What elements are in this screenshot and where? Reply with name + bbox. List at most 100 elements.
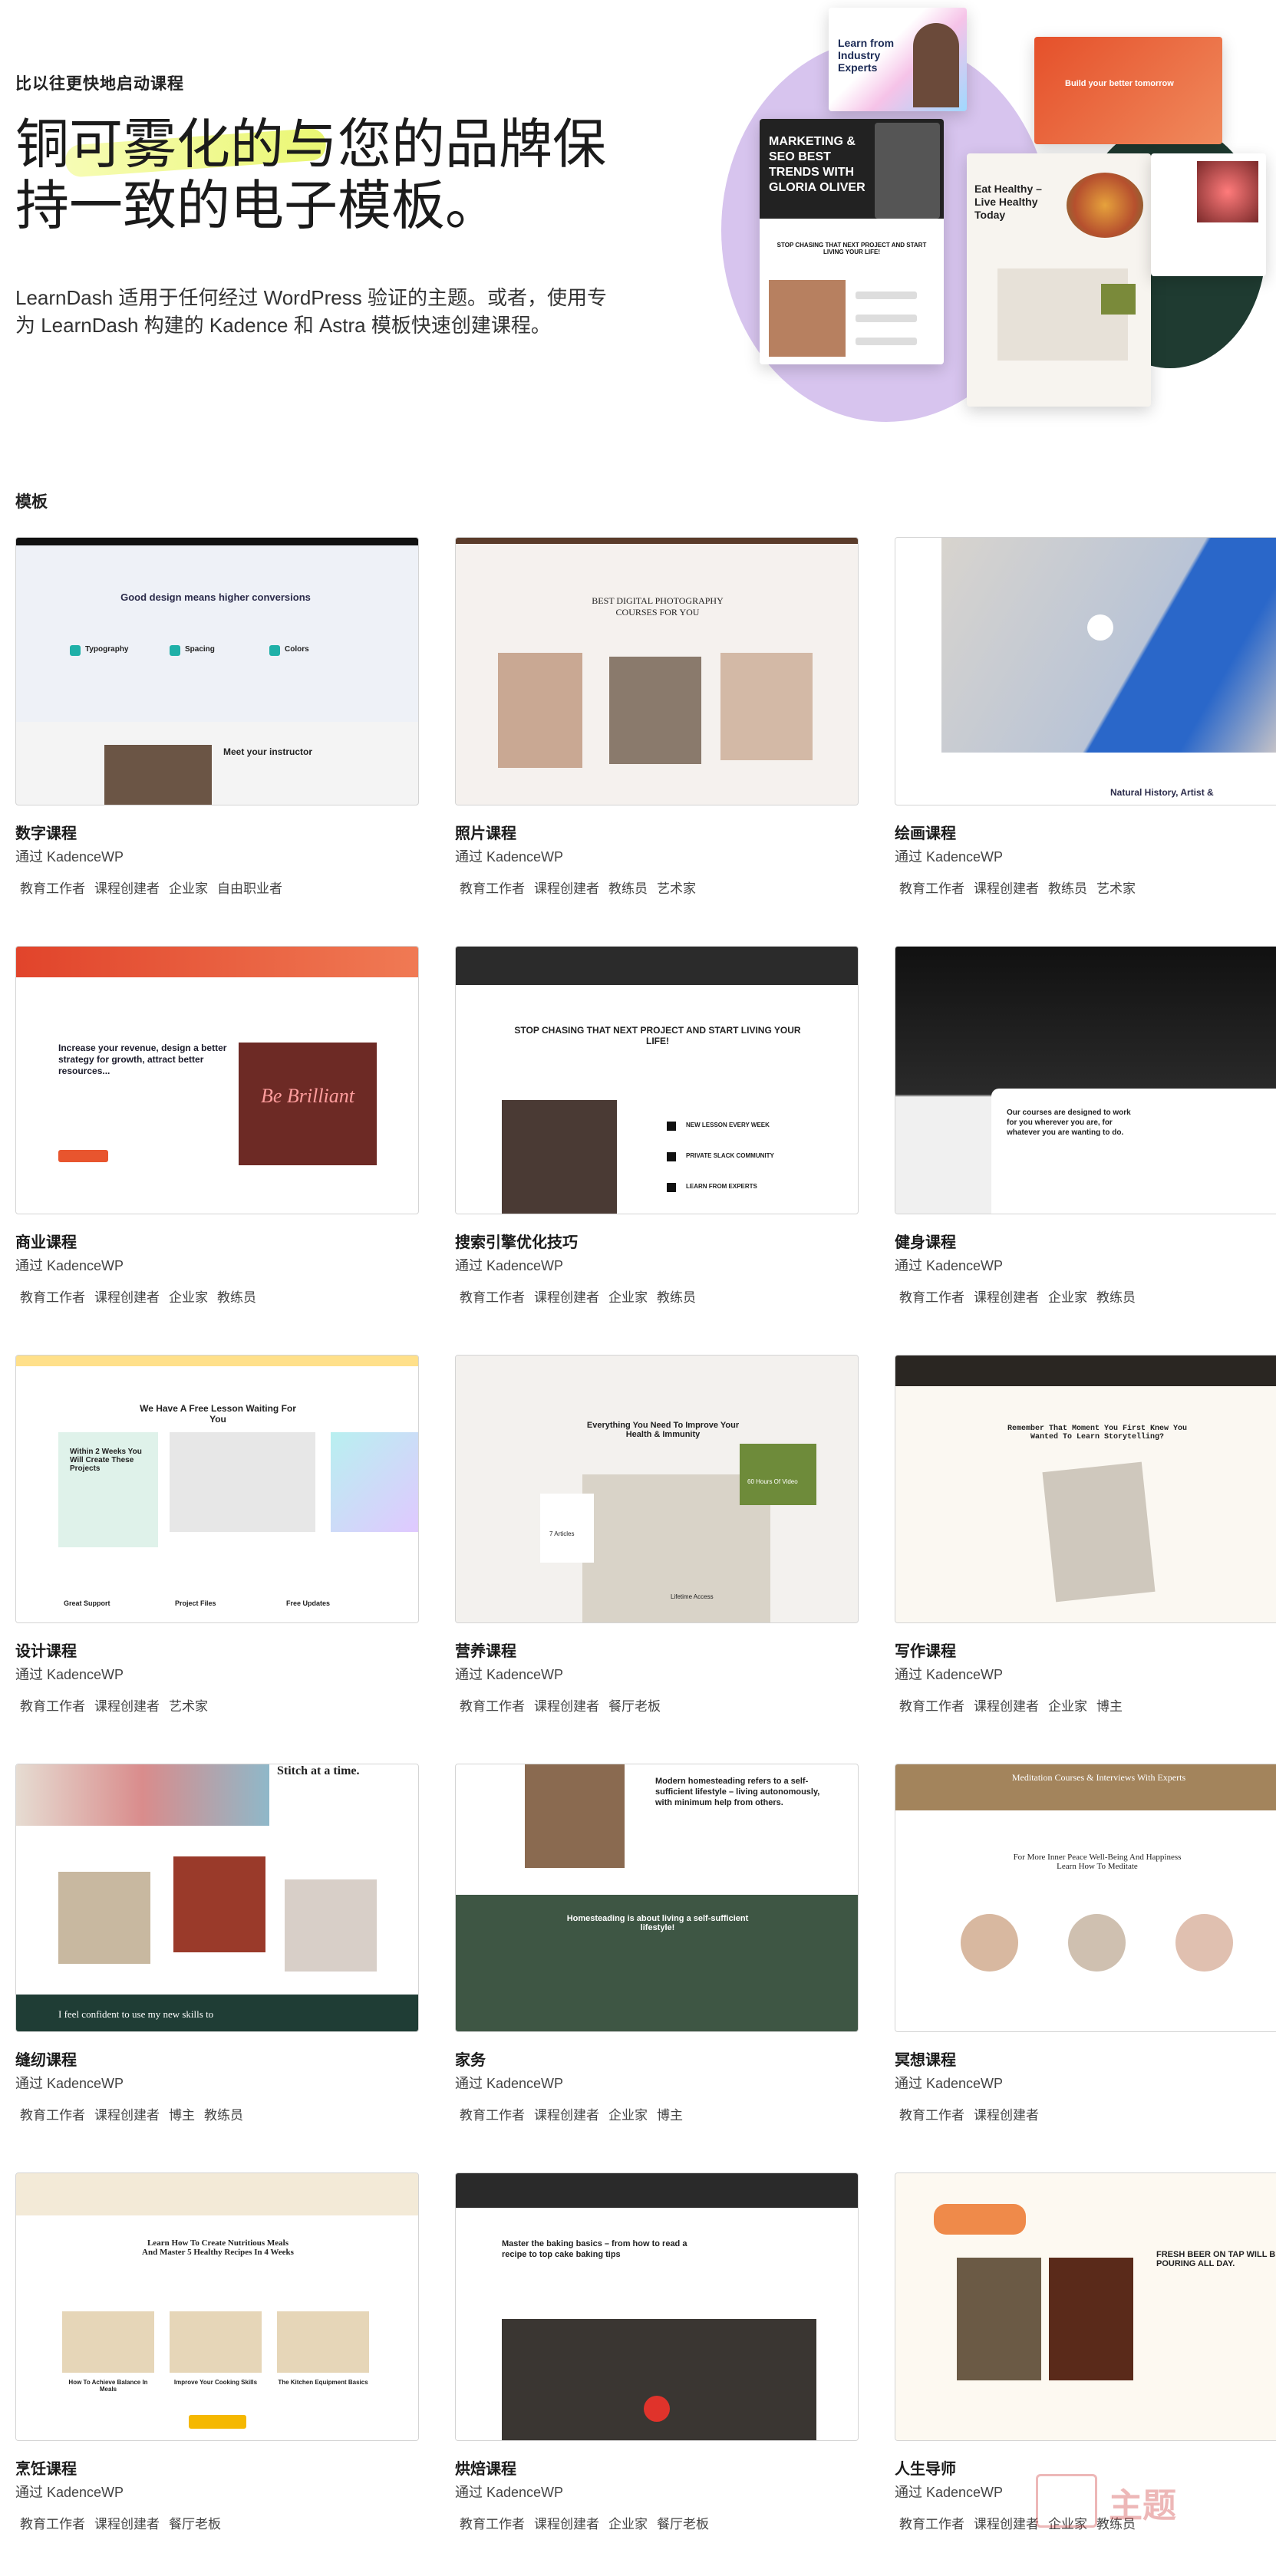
tag-chip[interactable]: 教育工作者 <box>455 1283 529 1309</box>
template-thumbnail[interactable]: Stitch at a time. I feel confident to us… <box>15 1764 419 2032</box>
tag-chip[interactable]: 教育工作者 <box>895 1692 969 1718</box>
tag-chip[interactable]: 企业家 <box>164 875 213 900</box>
tag-chip[interactable]: 教育工作者 <box>15 2510 90 2535</box>
template-card[interactable]: Our courses are designed to work for you… <box>895 946 1276 1314</box>
template-title[interactable]: 烘焙课程 <box>455 2456 516 2479</box>
template-title[interactable]: 搜索引擎优化技巧 <box>455 1230 578 1252</box>
template-title[interactable]: 烹饪课程 <box>15 2456 77 2479</box>
tag-chip[interactable]: 教练员 <box>199 2101 248 2126</box>
tag-chip[interactable]: 教育工作者 <box>895 1283 969 1309</box>
tag-chip[interactable]: 课程创建者 <box>969 875 1044 900</box>
tag-chip[interactable]: 教育工作者 <box>455 875 529 900</box>
tag-chip[interactable]: 课程创建者 <box>969 2101 1044 2126</box>
template-card[interactable]: Everything You Need To Improve Your Heal… <box>455 1355 859 1723</box>
template-card[interactable]: Learn How To Create Nutritious Meals And… <box>15 2172 419 2541</box>
template-thumbnail[interactable]: Remember That Moment You First Knew You … <box>895 1355 1276 1623</box>
template-title[interactable]: 数字课程 <box>15 821 77 843</box>
tag-chip[interactable]: 教育工作者 <box>895 2510 969 2535</box>
tag-chip[interactable]: 教育工作者 <box>15 2101 90 2126</box>
tag-chip[interactable]: 课程创建者 <box>529 1283 604 1309</box>
template-thumbnail[interactable]: FRESH BEER ON TAP WILL BE POURING ALL DA… <box>895 2172 1276 2441</box>
tag-chip[interactable]: 艺术家 <box>1092 875 1140 900</box>
template-card[interactable]: We Have A Free Lesson Waiting For You Wi… <box>15 1355 419 1723</box>
template-title[interactable]: 健身课程 <box>895 1230 956 1252</box>
tag-chip[interactable]: 企业家 <box>164 1283 213 1309</box>
tag-chip[interactable]: 教育工作者 <box>455 2101 529 2126</box>
template-thumbnail[interactable]: We Have A Free Lesson Waiting For You Wi… <box>15 1355 419 1623</box>
cta-button[interactable] <box>934 2204 1026 2235</box>
tag-chip[interactable]: 课程创建者 <box>529 2101 604 2126</box>
template-title[interactable]: 人生导师 <box>895 2456 956 2479</box>
template-card[interactable]: BEST DIGITAL PHOTOGRAPHY COURSES FOR YOU… <box>455 537 859 905</box>
template-card[interactable]: Good design means higher conversions Typ… <box>15 537 419 905</box>
tag-chip[interactable]: 教育工作者 <box>455 2510 529 2535</box>
template-thumbnail[interactable]: Natural History, Artist & <box>895 537 1276 805</box>
tag-chip[interactable]: 课程创建者 <box>90 1692 164 1718</box>
tag-chip[interactable]: 课程创建者 <box>969 1283 1044 1309</box>
template-thumbnail[interactable]: Modern homesteading refers to a self-suf… <box>455 1764 859 2032</box>
tag-chip[interactable]: 博主 <box>164 2101 199 2126</box>
template-title[interactable]: 设计课程 <box>15 1639 77 1661</box>
tag-chip[interactable]: 课程创建者 <box>90 1283 164 1309</box>
template-title[interactable]: 冥想课程 <box>895 2047 956 2070</box>
template-thumbnail[interactable]: Our courses are designed to work for you… <box>895 946 1276 1214</box>
tag-chip[interactable]: 博主 <box>652 2101 687 2126</box>
template-card[interactable]: Remember That Moment You First Knew You … <box>895 1355 1276 1723</box>
template-title[interactable]: 照片课程 <box>455 821 516 843</box>
template-thumbnail[interactable]: Good design means higher conversions Typ… <box>15 537 419 805</box>
cta-button[interactable] <box>189 2415 246 2429</box>
tag-chip[interactable]: 课程创建者 <box>90 2510 164 2535</box>
tag-chip[interactable]: 教练员 <box>1092 1283 1140 1309</box>
tag-chip[interactable]: 企业家 <box>604 2510 652 2535</box>
tag-chip[interactable]: 企业家 <box>1044 1283 1092 1309</box>
tag-chip[interactable]: 餐厅老板 <box>604 1692 665 1718</box>
template-card[interactable]: Stitch at a time. I feel confident to us… <box>15 1764 419 2132</box>
template-card[interactable]: Natural History, Artist & 绘画课程 通过 Kadenc… <box>895 537 1276 905</box>
tag-chip[interactable]: 餐厅老板 <box>652 2510 714 2535</box>
template-card[interactable]: Modern homesteading refers to a self-suf… <box>455 1764 859 2132</box>
tag-chip[interactable]: 教练员 <box>652 1283 701 1309</box>
tag-chip[interactable]: 教练员 <box>213 1283 261 1309</box>
tag-chip[interactable]: 教育工作者 <box>895 875 969 900</box>
template-title[interactable]: 绘画课程 <box>895 821 956 843</box>
template-thumbnail[interactable]: BEST DIGITAL PHOTOGRAPHY COURSES FOR YOU <box>455 537 859 805</box>
tag-chip[interactable]: 企业家 <box>1044 1692 1092 1718</box>
tag-chip[interactable]: 课程创建者 <box>529 2510 604 2535</box>
template-title[interactable]: 商业课程 <box>15 1230 77 1252</box>
tag-chip[interactable]: 艺术家 <box>164 1692 213 1718</box>
template-card[interactable]: Master the baking basics – from how to r… <box>455 2172 859 2541</box>
tag-chip[interactable]: 课程创建者 <box>90 2101 164 2126</box>
template-thumbnail[interactable]: Everything You Need To Improve Your Heal… <box>455 1355 859 1623</box>
tag-chip[interactable]: 教育工作者 <box>15 1692 90 1718</box>
tag-chip[interactable]: 自由职业者 <box>213 875 287 900</box>
template-title[interactable]: 家务 <box>455 2047 486 2070</box>
tag-chip[interactable]: 教练员 <box>604 875 652 900</box>
tag-chip[interactable]: 教育工作者 <box>895 2101 969 2126</box>
tag-chip[interactable]: 教练员 <box>1044 875 1092 900</box>
tag-chip[interactable]: 教育工作者 <box>455 1692 529 1718</box>
play-icon[interactable] <box>1087 614 1113 641</box>
tag-chip[interactable]: 企业家 <box>604 2101 652 2126</box>
play-icon[interactable] <box>644 2396 670 2422</box>
template-title[interactable]: 营养课程 <box>455 1639 516 1661</box>
tag-chip[interactable]: 艺术家 <box>652 875 701 900</box>
tag-chip[interactable]: 课程创建者 <box>529 1692 604 1718</box>
template-thumbnail[interactable]: Learn How To Create Nutritious Meals And… <box>15 2172 419 2441</box>
tag-chip[interactable]: 课程创建者 <box>969 2510 1044 2535</box>
tag-chip[interactable]: 企业家 <box>604 1283 652 1309</box>
tag-chip[interactable]: 博主 <box>1092 1692 1127 1718</box>
tag-chip[interactable]: 课程创建者 <box>90 875 164 900</box>
template-thumbnail[interactable]: Master the baking basics – from how to r… <box>455 2172 859 2441</box>
tag-chip[interactable]: 课程创建者 <box>969 1692 1044 1718</box>
template-title[interactable]: 缝纫课程 <box>15 2047 77 2070</box>
tag-chip[interactable]: 教育工作者 <box>15 1283 90 1309</box>
template-thumbnail[interactable]: Increase your revenue, design a better s… <box>15 946 419 1214</box>
tag-chip[interactable]: 课程创建者 <box>529 875 604 900</box>
tag-chip[interactable]: 教育工作者 <box>15 875 90 900</box>
template-title[interactable]: 写作课程 <box>895 1639 956 1661</box>
template-card[interactable]: STOP CHASING THAT NEXT PROJECT AND START… <box>455 946 859 1314</box>
cta-button[interactable] <box>58 1150 108 1162</box>
template-thumbnail[interactable]: STOP CHASING THAT NEXT PROJECT AND START… <box>455 946 859 1214</box>
template-card[interactable]: Increase your revenue, design a better s… <box>15 946 419 1314</box>
tag-chip[interactable]: 餐厅老板 <box>164 2510 226 2535</box>
